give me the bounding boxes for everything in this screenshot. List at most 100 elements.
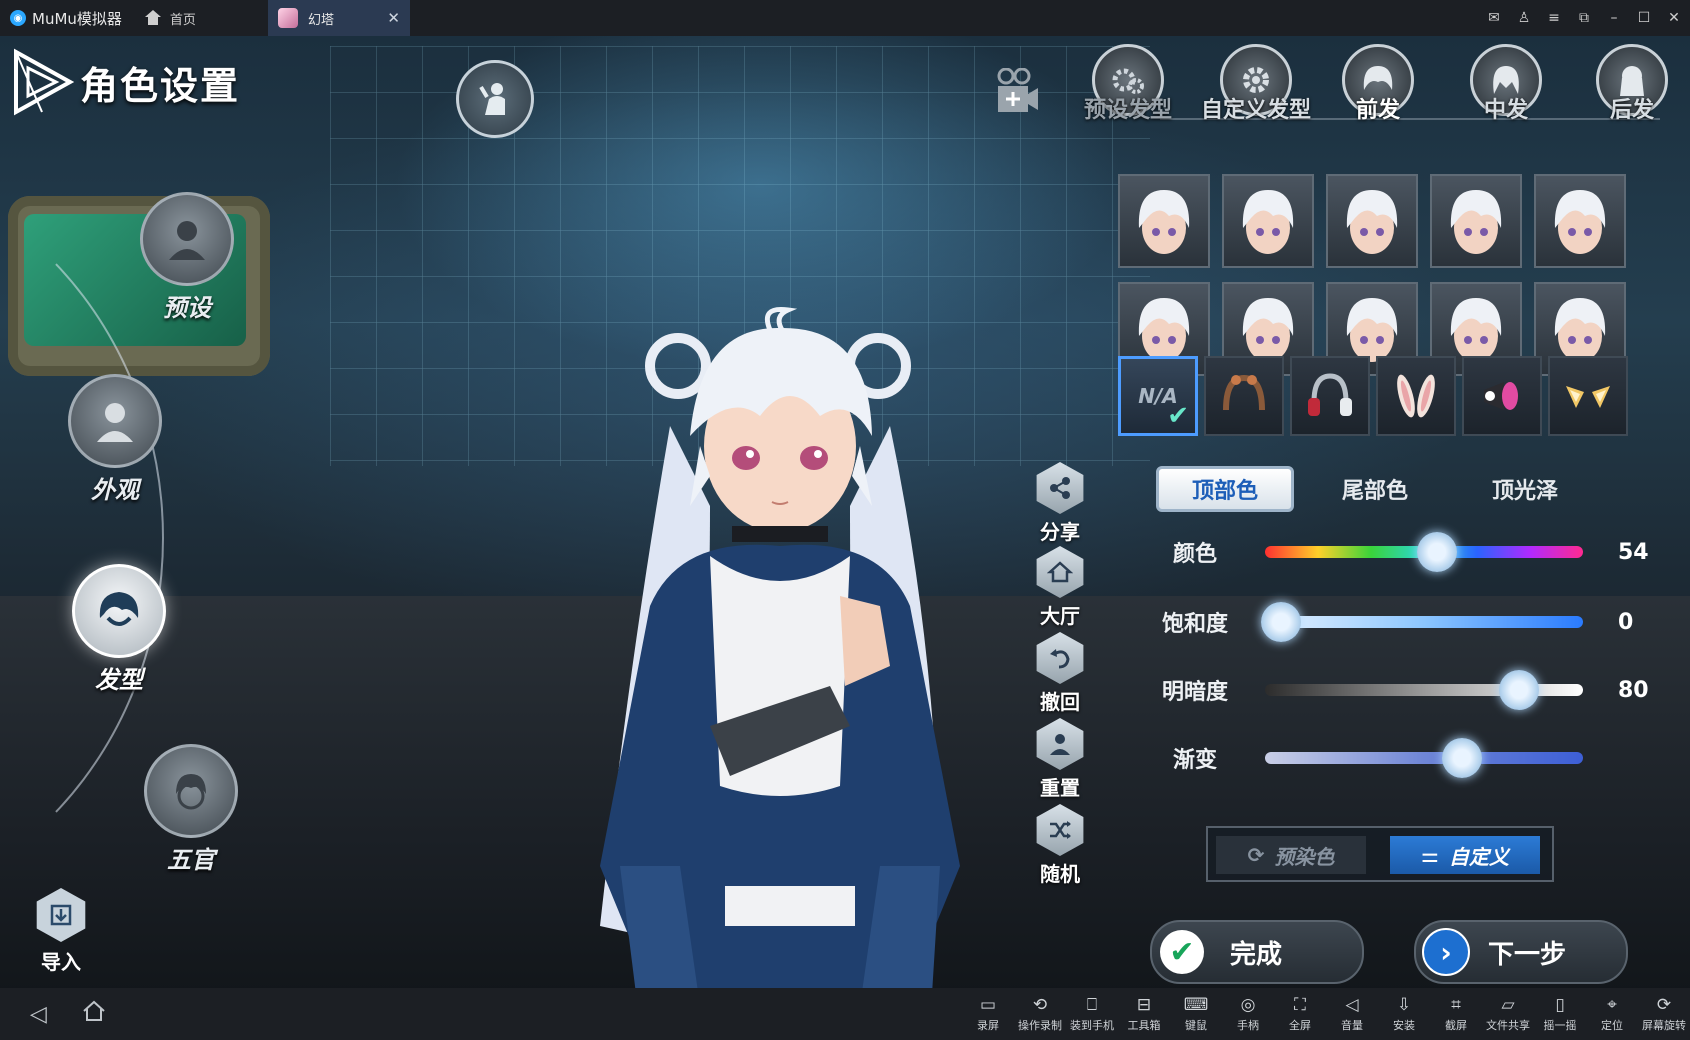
chevron-right-icon: › xyxy=(1422,928,1470,976)
toolbar-label: 摇一摇 xyxy=(1543,1019,1577,1032)
slider-track[interactable] xyxy=(1265,532,1583,572)
toolbar-macro-button[interactable]: ⟲ 操作录制 xyxy=(1014,988,1066,1040)
toolbar-folder-button[interactable]: ▱ 文件共享 xyxy=(1482,988,1534,1040)
sliders-icon: ⚌ xyxy=(1421,843,1439,867)
custom-color-button[interactable]: ⚌ 自定义 xyxy=(1390,836,1540,874)
window-controls: ✉ ♙ ≡ ⧉ – ☐ ✕ xyxy=(1486,0,1682,36)
tab-top-color[interactable]: 顶部色 xyxy=(1156,466,1294,512)
next-step-button[interactable]: › 下一步 xyxy=(1414,920,1628,984)
emulator-titlebar: ◉ MuMu模拟器 首页 幻塔 ✕ ✉ ♙ ≡ ⧉ – ☐ ✕ xyxy=(0,0,1690,36)
slider-knob[interactable] xyxy=(1260,602,1301,642)
slider-track[interactable] xyxy=(1260,602,1583,642)
toolbar-fullscreen-button[interactable]: ⛶ 全屏 xyxy=(1274,988,1326,1040)
hair-style-thumbnail[interactable] xyxy=(1534,174,1626,268)
hair-style-thumbnail[interactable] xyxy=(1118,174,1210,268)
lobby-button[interactable]: 大厅 xyxy=(1030,546,1090,629)
accessory-headband[interactable] xyxy=(1204,356,1284,436)
tab-front-hair[interactable]: 前发 xyxy=(1318,44,1438,124)
camera-add-icon[interactable] xyxy=(992,68,1042,118)
hair-tab-label: 后发 xyxy=(1609,98,1654,123)
minimize-icon[interactable]: – xyxy=(1606,10,1622,26)
character-model[interactable] xyxy=(560,306,1000,988)
preset-dye-button[interactable]: ⟳ 预染色 xyxy=(1216,836,1366,874)
share-button[interactable]: 分享 xyxy=(1030,462,1090,545)
import-button[interactable]: 导入 xyxy=(34,888,88,975)
toolbar-location-button[interactable]: ⌖ 定位 xyxy=(1586,988,1638,1040)
toolbar-crop-button[interactable]: ⌗ 截屏 xyxy=(1430,988,1482,1040)
toolbar-label: 手柄 xyxy=(1237,1019,1259,1032)
accessory-megaphone[interactable] xyxy=(1462,356,1542,436)
preset-dye-label: 预染色 xyxy=(1274,844,1335,869)
hair-preview-icon xyxy=(1242,298,1294,362)
menu-icon[interactable]: ≡ xyxy=(1546,10,1562,26)
back-icon[interactable]: ◁ xyxy=(30,1002,47,1027)
toolbar-gamepad-button[interactable]: ◎ 手柄 xyxy=(1222,988,1274,1040)
home-tab-label[interactable]: 首页 xyxy=(170,9,196,28)
restore-icon[interactable]: ⧉ xyxy=(1576,10,1592,26)
hair-tab-label: 前发 xyxy=(1355,98,1400,123)
slider-label: 颜色 xyxy=(1172,542,1217,567)
toolbar-toolbox-button[interactable]: ⊟ 工具箱 xyxy=(1118,988,1170,1040)
tab-game[interactable]: 幻塔 ✕ xyxy=(268,0,410,36)
mail-icon[interactable]: ✉ xyxy=(1486,10,1502,26)
share-icon xyxy=(1036,462,1084,514)
cat-ears-icon xyxy=(1566,386,1610,408)
toolbar-label: 录屏 xyxy=(977,1019,999,1032)
tab-close-icon[interactable]: ✕ xyxy=(387,9,400,27)
hair-style-thumbnail[interactable] xyxy=(1222,174,1314,268)
maximize-icon[interactable]: ☐ xyxy=(1636,10,1652,26)
location-icon: ⌖ xyxy=(1607,995,1617,1015)
hair-style-thumbnail[interactable] xyxy=(1326,174,1418,268)
slider-track[interactable] xyxy=(1265,670,1583,710)
toolbar-label: 装到手机 xyxy=(1070,1019,1114,1032)
tab-top-gloss[interactable]: 顶光泽 xyxy=(1456,466,1594,512)
mumu-logo-icon: ◉ xyxy=(10,10,26,26)
page-title: 角色设置 xyxy=(80,63,241,108)
phone-install-icon: ⎕ xyxy=(1086,995,1098,1015)
tab-tail-color[interactable]: 尾部色 xyxy=(1306,466,1444,512)
accessory-cat-ears[interactable] xyxy=(1548,356,1628,436)
slider-knob[interactable] xyxy=(1416,532,1457,572)
face-icon xyxy=(144,744,238,838)
done-button[interactable]: ✔ 完成 xyxy=(1150,920,1364,984)
slider-track[interactable] xyxy=(1265,738,1583,778)
left-menu-preset[interactable]: 预设 xyxy=(140,192,234,323)
slider-value: 80 xyxy=(1618,677,1649,703)
android-home-icon[interactable] xyxy=(82,1000,106,1022)
toolbar-apk-button[interactable]: ⇩ 安装 xyxy=(1378,988,1430,1040)
slider-knob[interactable] xyxy=(1442,738,1483,778)
hair-style-thumbnail[interactable] xyxy=(1430,174,1522,268)
toolbar-record-button[interactable]: ▭ 录屏 xyxy=(962,988,1014,1040)
toolbar-rotate-button[interactable]: ⟳ 屏幕旋转 xyxy=(1638,988,1690,1040)
toolbar-shake-button[interactable]: ▯ 摇一摇 xyxy=(1534,988,1586,1040)
random-button[interactable]: 随机 xyxy=(1030,804,1090,887)
toolbar-keyboard-button[interactable]: ⌨ 键鼠 xyxy=(1170,988,1222,1040)
toolbar-label: 工具箱 xyxy=(1127,1019,1161,1032)
left-menu-face[interactable]: 五官 xyxy=(144,744,238,875)
home-icon[interactable] xyxy=(144,10,162,26)
accessory-headphones[interactable] xyxy=(1290,356,1370,436)
tab-back-hair[interactable]: 后发 xyxy=(1572,44,1690,124)
toolbar-phone-install-button[interactable]: ⎕ 装到手机 xyxy=(1066,988,1118,1040)
home-icon xyxy=(1036,546,1084,598)
side-action-label: 重置 xyxy=(1040,776,1080,800)
toolbar-label: 定位 xyxy=(1601,1019,1623,1032)
side-action-label: 随机 xyxy=(1040,862,1080,886)
slider-knob[interactable] xyxy=(1499,670,1540,710)
left-menu-appearance[interactable]: 外观 xyxy=(68,374,162,505)
accessory-bunny-ears[interactable] xyxy=(1376,356,1456,436)
undo-button[interactable]: 撤回 xyxy=(1030,632,1090,715)
tab-custom-hair[interactable]: 自定义发型 xyxy=(1196,44,1316,124)
left-menu-hair[interactable]: 发型 xyxy=(72,564,166,695)
close-icon[interactable]: ✕ xyxy=(1666,10,1682,26)
tab-middle-hair[interactable]: 中发 xyxy=(1446,44,1566,124)
hair-preview-icon xyxy=(1138,190,1190,254)
hair-icon xyxy=(72,564,166,658)
accessory-none[interactable]: N/A ✔ xyxy=(1118,356,1198,436)
toolbar-volume-button[interactable]: ◁ 音量 xyxy=(1326,988,1378,1040)
tab-preset-hair[interactable]: 预设发型 xyxy=(1068,44,1188,124)
user-icon[interactable]: ♙ xyxy=(1516,10,1532,26)
reset-button[interactable]: 重置 xyxy=(1030,718,1090,801)
pose-button[interactable] xyxy=(456,60,534,138)
crop-icon: ⌗ xyxy=(1451,995,1461,1015)
